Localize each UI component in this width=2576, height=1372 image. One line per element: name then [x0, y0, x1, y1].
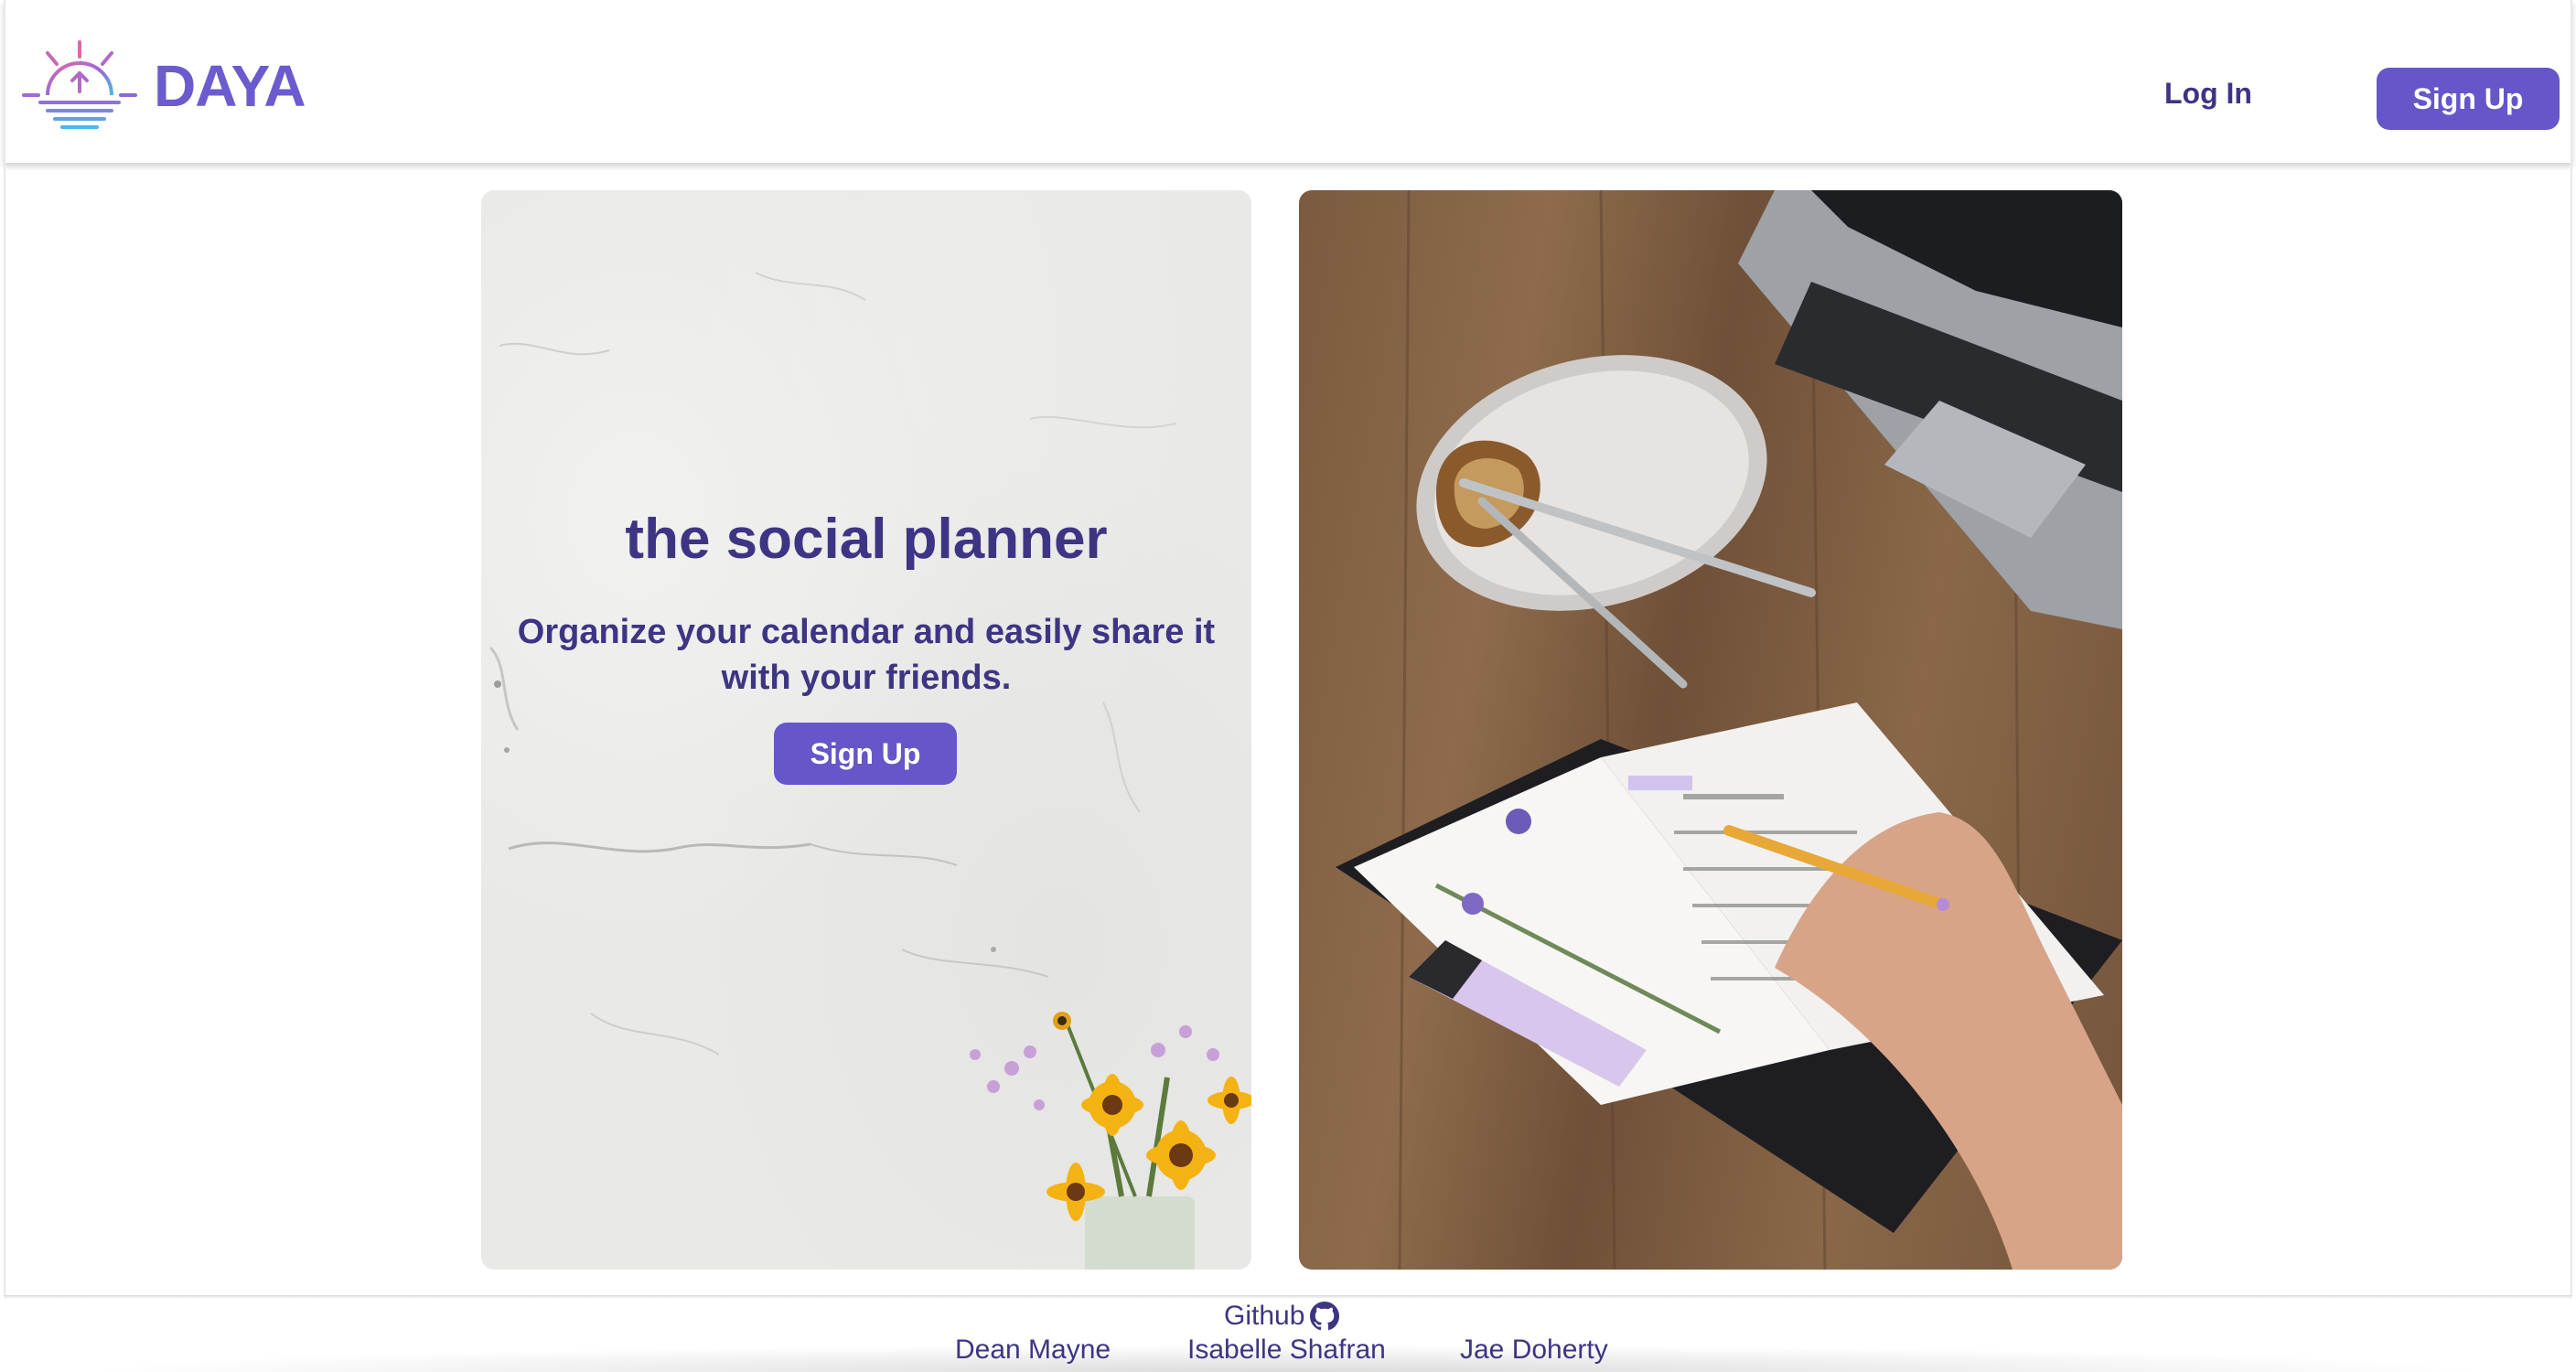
github-label: Github: [1224, 1301, 1305, 1331]
hero-signup-button[interactable]: Sign Up: [774, 723, 957, 785]
hero-title: the social planner: [625, 508, 1108, 571]
hero-card: the social planner Organize your calenda…: [481, 190, 1251, 1270]
signup-button[interactable]: Sign Up: [2377, 68, 2560, 130]
sunrise-logo-icon[interactable]: [22, 40, 137, 135]
hero-subtitle: Organize your calendar and easily share …: [517, 613, 1216, 697]
desk-scene: [1336, 190, 2122, 1270]
author-link-jae[interactable]: Jae Doherty: [1460, 1332, 1608, 1368]
desk-photo-image: [1299, 190, 2122, 1270]
github-link[interactable]: Github: [1224, 1299, 1340, 1334]
brand-name[interactable]: DAYA: [154, 53, 306, 119]
flowers-image: [970, 1012, 1251, 1270]
github-icon: [1310, 1302, 1340, 1331]
login-button[interactable]: Log In: [2164, 77, 2252, 111]
author-link-isabelle[interactable]: Isabelle Shafran: [1187, 1332, 1386, 1368]
author-link-dean[interactable]: Dean Mayne: [955, 1332, 1111, 1368]
top-navbar: DAYA Log In Sign Up: [4, 0, 2572, 163]
main-content: [4, 163, 2572, 1297]
